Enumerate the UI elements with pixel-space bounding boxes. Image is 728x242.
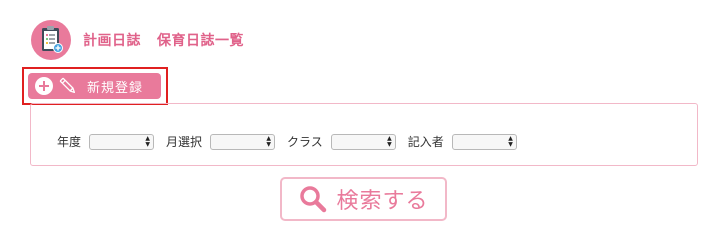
filter-panel: 年度 ▲ ▼ 月選択 ▲ ▼ クラス ▲ ▼ 記入者 ▲ ▼ <box>30 103 698 166</box>
select-arrows-icon: ▲ ▼ <box>387 134 392 148</box>
author-select[interactable]: ▲ ▼ <box>451 133 517 150</box>
author-label: 記入者 <box>407 135 444 149</box>
search-button[interactable]: 検索する <box>280 177 447 221</box>
year-label: 年度 <box>57 135 82 149</box>
filter-row: 年度 ▲ ▼ 月選択 ▲ ▼ クラス ▲ ▼ 記入者 ▲ ▼ <box>57 133 517 150</box>
select-arrows-icon: ▲ ▼ <box>266 134 272 148</box>
class-select[interactable]: ▲ ▼ <box>330 133 396 150</box>
class-label: クラス <box>287 135 323 149</box>
select-arrows-icon: ▲ ▼ <box>508 134 513 148</box>
page-title-part1: 計画日誌 <box>83 33 141 49</box>
search-label: 検索する <box>336 189 429 214</box>
plus-circle-icon <box>35 77 53 95</box>
new-entry-button[interactable]: 新規登録 <box>28 73 161 99</box>
new-entry-label: 新規登録 <box>87 80 144 96</box>
page-title-part2: 保育日誌一覧 <box>157 33 244 49</box>
month-label: 月選択 <box>166 135 203 149</box>
clipboard-icon <box>31 20 71 60</box>
month-select[interactable]: ▲ ▼ <box>210 133 276 150</box>
magnifier-icon <box>300 186 327 213</box>
page-header: 計画日誌 保育日誌一覧 <box>31 20 244 60</box>
page-title: 計画日誌 保育日誌一覧 <box>83 30 244 50</box>
pencil-icon <box>59 77 76 94</box>
year-select[interactable]: ▲ ▼ <box>89 133 155 150</box>
select-arrows-icon: ▲ ▼ <box>145 134 151 148</box>
